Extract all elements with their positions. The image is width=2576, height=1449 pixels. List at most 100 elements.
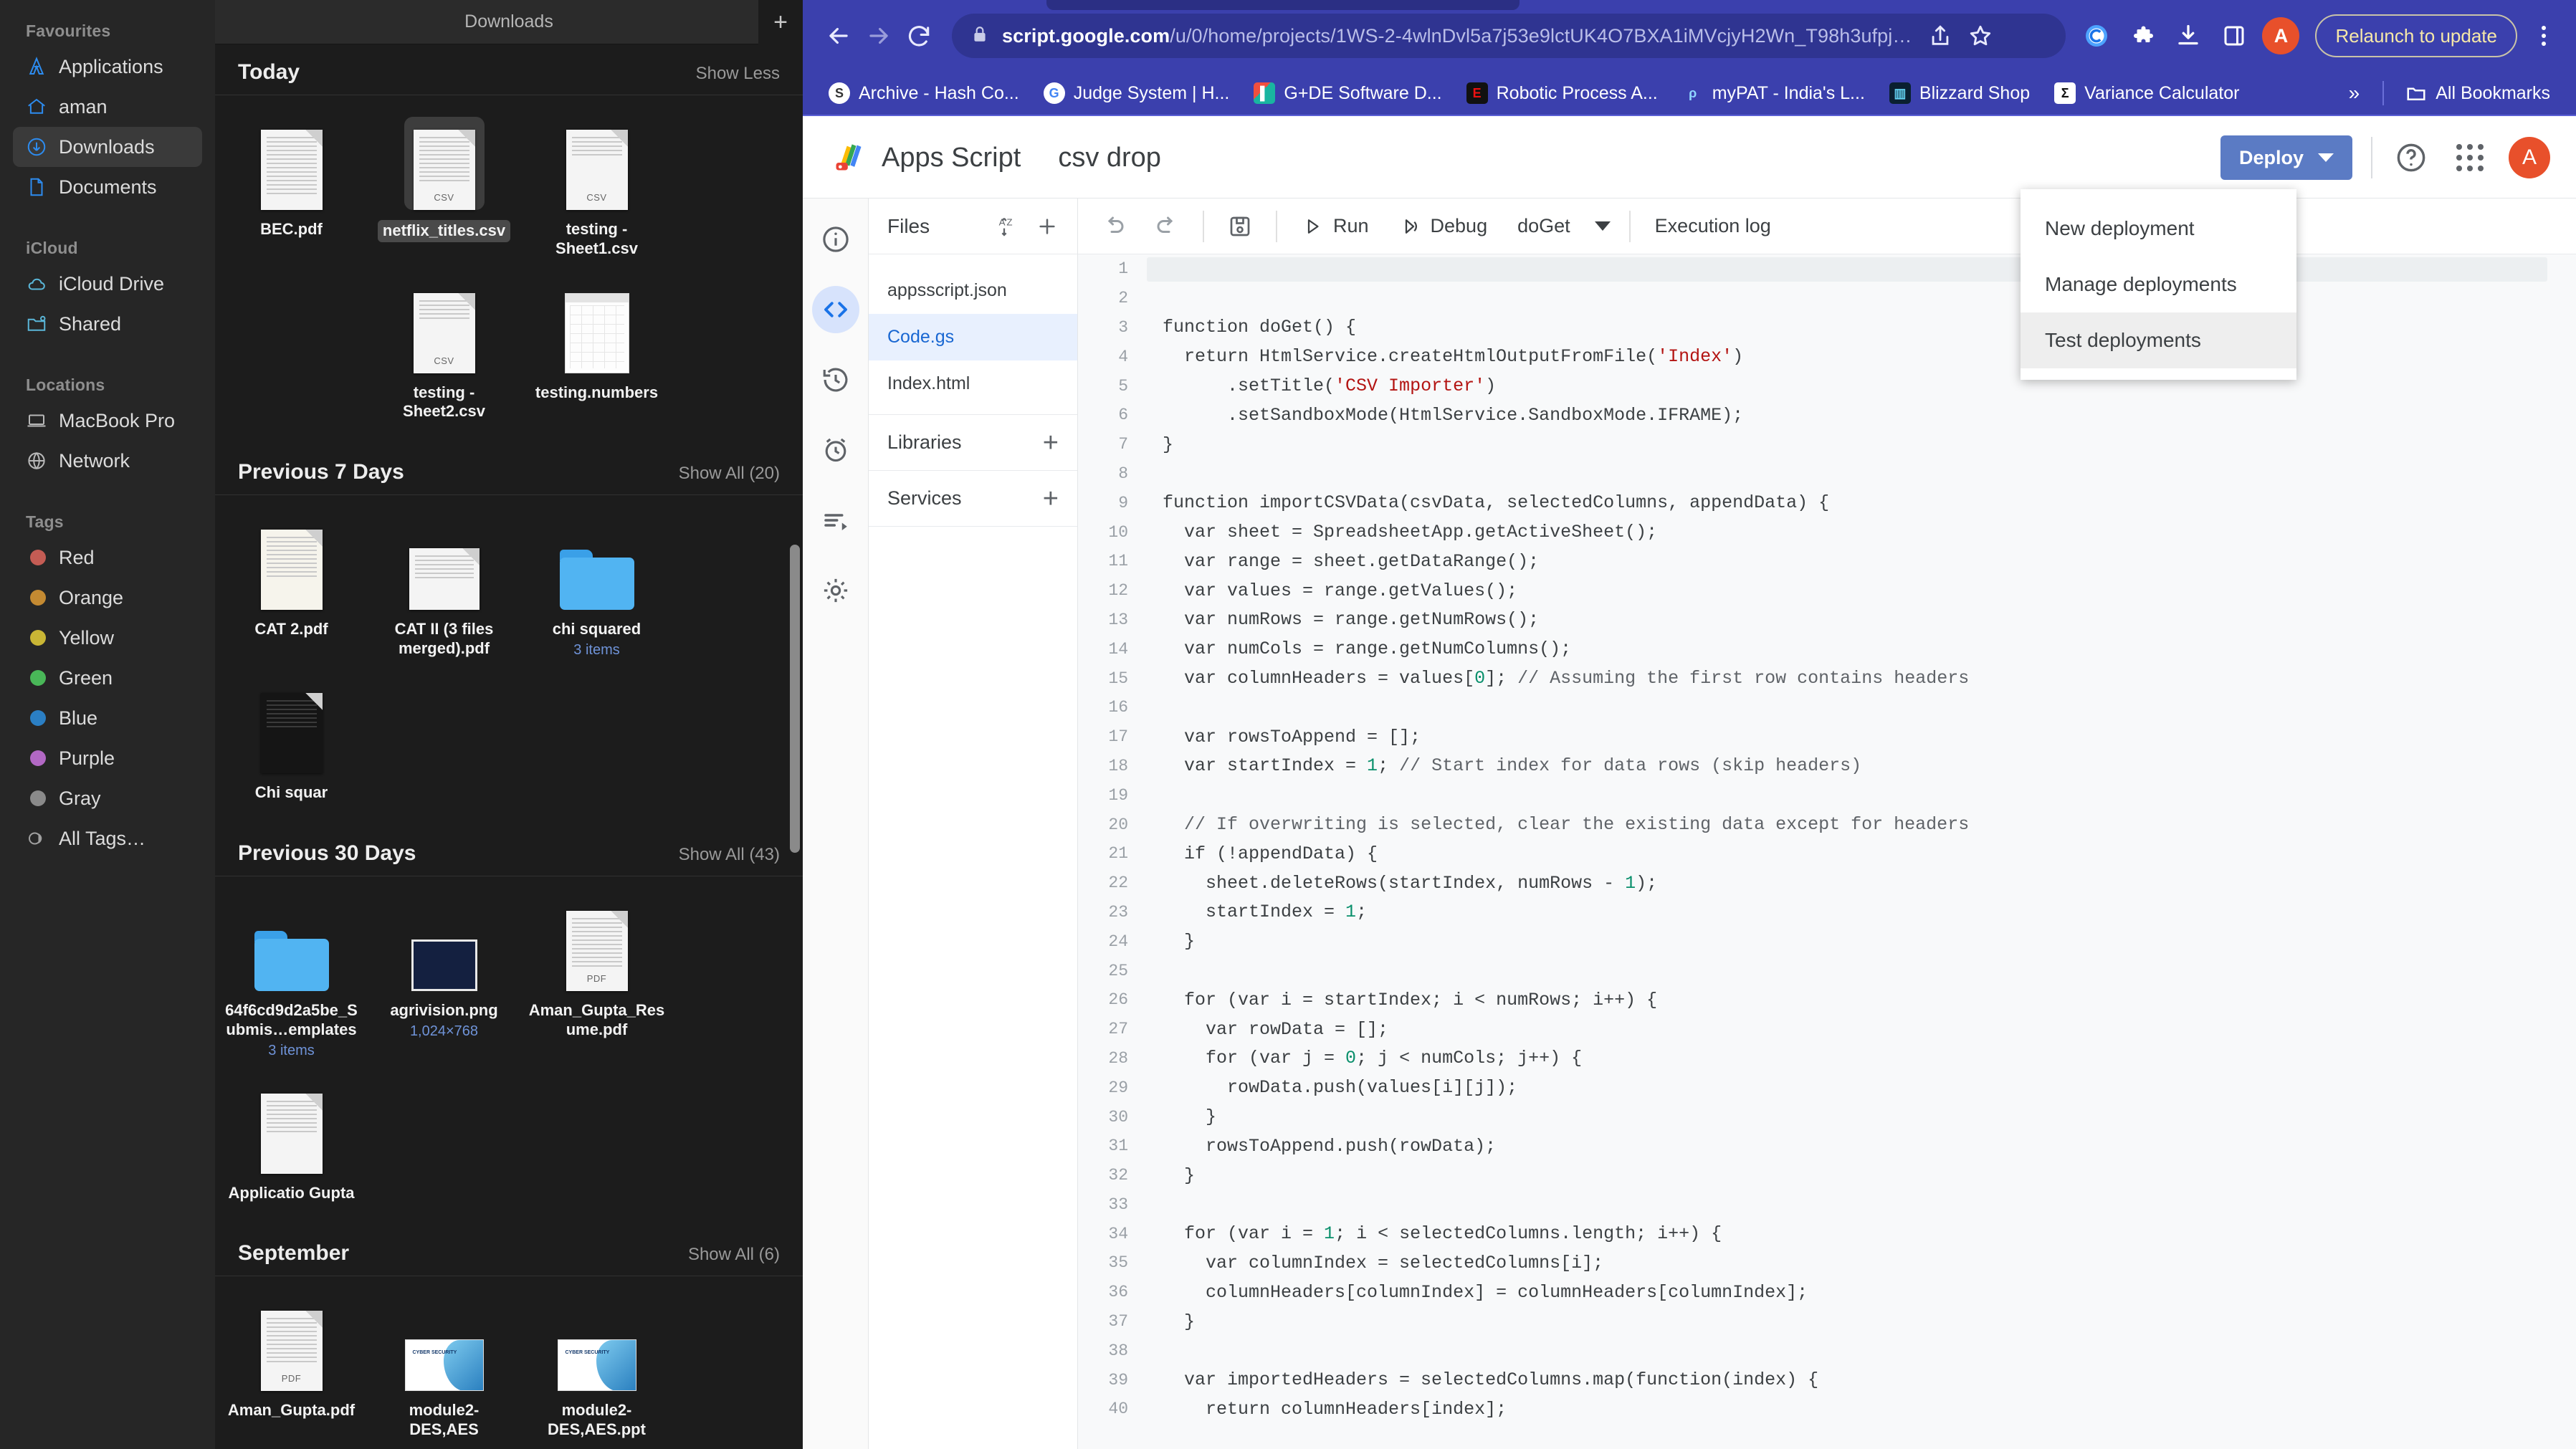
bookmark-robotic-process-a[interactable]: E Robotic Process A... (1456, 77, 1668, 110)
sidebar-item-downloads[interactable]: Downloads (13, 127, 202, 167)
section-show-toggle[interactable]: Show All (6) (688, 1245, 780, 1265)
deploy-button[interactable]: Deploy (2220, 135, 2352, 180)
file-item-index-html[interactable]: Index.html (869, 360, 1077, 407)
sidebar-item-macbook-pro[interactable]: MacBook Pro (13, 401, 202, 441)
google-apps-grid-icon[interactable] (2450, 138, 2490, 178)
editor-icon[interactable] (811, 286, 859, 333)
function-selector[interactable]: doGet (1512, 215, 1576, 237)
file-item[interactable]: agrivision.png 1,024×768 (368, 892, 520, 1075)
sidebar-tag-gray[interactable]: Gray (13, 778, 202, 818)
redo-icon[interactable] (1150, 209, 1184, 244)
sidebar-tag-yellow[interactable]: Yellow (13, 618, 202, 658)
project-settings-gear-icon[interactable] (812, 567, 859, 614)
libraries-section[interactable]: Libraries + (869, 415, 1077, 471)
file-item[interactable]: BEC.pdf (215, 111, 368, 274)
execution-log-icon[interactable] (812, 497, 859, 544)
chevron-down-icon[interactable] (1594, 221, 1611, 231)
file-item-appsscript-json[interactable]: appsscript.json (869, 267, 1077, 314)
address-bar[interactable]: script.google.com/u/0/home/projects/1WS-… (952, 14, 2066, 58)
sidebar-item-network[interactable]: Network (13, 441, 202, 481)
sidebar-item-icloud-drive[interactable]: iCloud Drive (13, 264, 202, 304)
forward-button[interactable] (859, 16, 899, 56)
file-item-code-gs[interactable]: Code.gs (869, 314, 1077, 360)
bookmark-star-icon[interactable] (1964, 19, 1997, 52)
help-icon[interactable] (2391, 138, 2431, 178)
menu-item-manage-deployments[interactable]: Manage deployments (2021, 257, 2296, 312)
execution-log-button[interactable]: Execution log (1649, 215, 1777, 237)
sort-az-icon[interactable]: AZ (997, 215, 1020, 238)
save-icon[interactable] (1223, 209, 1257, 244)
reload-button[interactable] (899, 16, 939, 56)
file-item[interactable]: CYBER SECURITY module2-DES,AES (368, 1292, 520, 1449)
services-section[interactable]: Services + (869, 471, 1077, 527)
code-text-area[interactable]: 1 2 3 function doGet() {4 return HtmlServic… (1078, 254, 2576, 1449)
bookmark-blizzard-shop[interactable]: ▥ Blizzard Shop (1879, 77, 2040, 110)
file-item[interactable]: CSV testing - Sheet1.csv (520, 111, 673, 274)
sidebar-tag-red[interactable]: Red (13, 537, 202, 578)
file-item[interactable]: CSV netflix_titles.csv (368, 111, 520, 274)
code-text: var sheet = SpreadsheetApp.getActiveShee… (1163, 522, 1658, 543)
profile-avatar[interactable]: A (2262, 17, 2300, 54)
bookmark-judge-system[interactable]: G Judge System | H... (1034, 77, 1240, 110)
file-item[interactable]: testing.numbers (520, 274, 673, 438)
sidebar-tag-all-tags[interactable]: All Tags… (13, 818, 202, 859)
extension-c-icon[interactable] (2079, 18, 2114, 54)
file-item[interactable]: CSV testing - Sheet2.csv (368, 274, 520, 438)
downloads-icon[interactable] (2170, 18, 2206, 54)
finder-file-list[interactable]: Today Show Less BEC.pdf CSV netflix_titl… (215, 44, 803, 1449)
chrome-menu-icon[interactable] (2527, 16, 2560, 56)
add-file-icon[interactable] (1036, 215, 1059, 238)
back-button[interactable] (819, 16, 859, 56)
sidebar-item-applications[interactable]: Applications (13, 47, 202, 87)
file-item[interactable]: chi squared 3 items (520, 511, 673, 674)
menu-item-new-deployment[interactable]: New deployment (2021, 201, 2296, 257)
file-item[interactable]: 64f6cd9d2a5be_Submis…emplates 3 items (215, 892, 368, 1075)
bookmark-variance-calculator[interactable]: Σ Variance Calculator (2044, 77, 2249, 110)
add-service-icon[interactable]: + (1043, 485, 1059, 512)
section-show-toggle[interactable]: Show Less (696, 64, 780, 84)
bookmark-gde-software-d[interactable]: ▌ G+DE Software D... (1244, 77, 1451, 110)
menu-item-test-deployments[interactable]: Test deployments (2021, 312, 2296, 368)
bookmark-mypat[interactable]: ρ myPAT - India's L... (1672, 77, 1875, 110)
run-button[interactable]: Run (1296, 215, 1375, 237)
section-show-toggle[interactable]: Show All (20) (679, 464, 780, 484)
add-library-icon[interactable]: + (1043, 429, 1059, 456)
project-overview-icon[interactable] (812, 216, 859, 263)
sidebar-item-aman[interactable]: aman (13, 87, 202, 127)
extensions-puzzle-icon[interactable] (2124, 18, 2160, 54)
sidebar-tag-purple[interactable]: Purple (13, 738, 202, 778)
debug-button[interactable]: Debug (1393, 215, 1494, 237)
file-item[interactable]: Chi squar (215, 674, 368, 818)
file-item[interactable]: Applicatio Gupta (215, 1075, 368, 1219)
executions-history-icon[interactable] (812, 356, 859, 403)
sidebar-tag-blue[interactable]: Blue (13, 698, 202, 738)
file-item[interactable]: CAT 2.pdf (215, 511, 368, 674)
line-number: 7 (1118, 435, 1128, 454)
sidebar-item-label: Shared (59, 312, 122, 335)
bookmarks-overflow-icon[interactable]: » (2337, 82, 2372, 105)
sidebar-item-documents[interactable]: Documents (13, 167, 202, 207)
debug-label: Debug (1430, 215, 1488, 236)
sidebar-tag-green[interactable]: Green (13, 658, 202, 698)
section-show-toggle[interactable]: Show All (43) (679, 845, 780, 865)
finder-scrollbar[interactable] (790, 545, 800, 853)
project-title[interactable]: csv drop (1058, 143, 1161, 173)
side-panel-icon[interactable] (2216, 18, 2252, 54)
file-item[interactable]: CYBER SECURITY module2-DES,AES.ppt (520, 1292, 673, 1449)
account-avatar[interactable]: A (2509, 137, 2550, 178)
line-number: 16 (1108, 698, 1128, 717)
file-name: Aman_Gupta_Resume.pdf (528, 1000, 665, 1038)
apps-script-brand[interactable]: Apps Script (882, 143, 1021, 173)
bookmark-archive-hash-co[interactable]: S Archive - Hash Co... (819, 77, 1029, 110)
file-item[interactable]: PDF Aman_Gupta.pdf (215, 1292, 368, 1449)
share-icon[interactable] (1924, 19, 1957, 52)
relaunch-to-update-button[interactable]: Relaunch to update (2315, 14, 2517, 57)
all-bookmarks-button[interactable]: All Bookmarks (2395, 77, 2560, 110)
sidebar-tag-orange[interactable]: Orange (13, 578, 202, 618)
undo-icon[interactable] (1097, 209, 1131, 244)
file-item[interactable]: PDF Aman_Gupta_Resume.pdf (520, 892, 673, 1075)
sidebar-item-shared[interactable]: Shared (13, 304, 202, 344)
file-item[interactable]: CAT II (3 files merged).pdf (368, 511, 520, 674)
triggers-alarm-icon[interactable] (812, 426, 859, 474)
new-tab-button[interactable]: + (758, 0, 803, 44)
